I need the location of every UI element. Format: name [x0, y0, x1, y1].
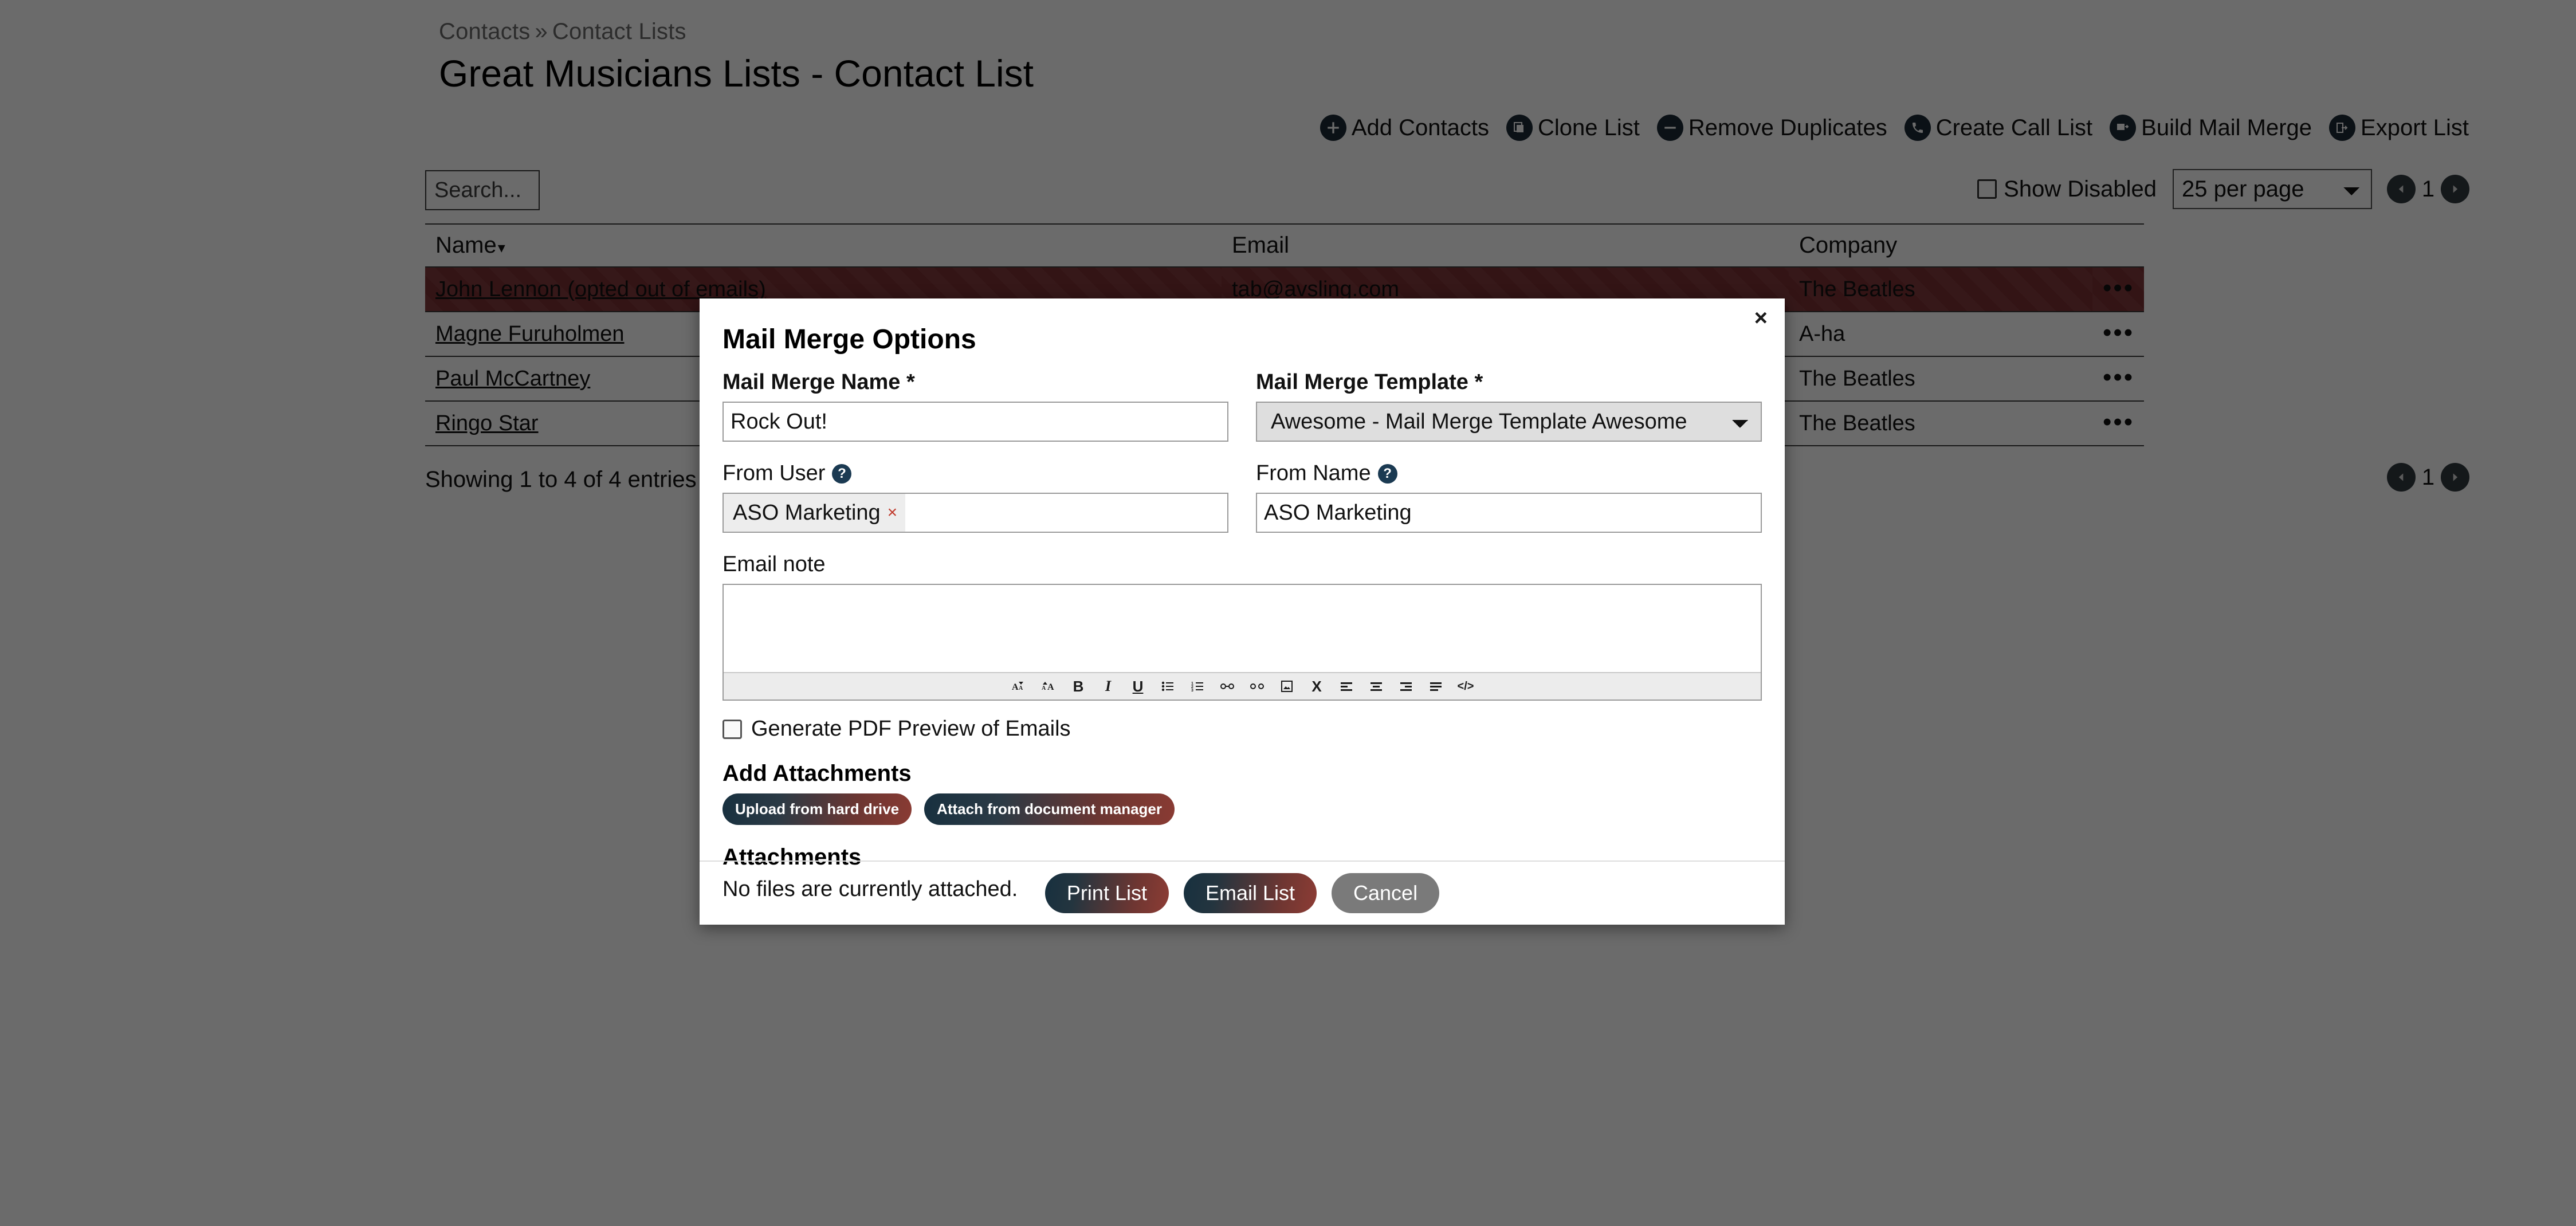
- from-user-input[interactable]: ASO Marketing ×: [722, 493, 1228, 533]
- cancel-button[interactable]: Cancel: [1332, 873, 1439, 913]
- name-template-row: Mail Merge Name * Mail Merge Template * …: [722, 370, 1762, 442]
- from-name-input[interactable]: [1256, 493, 1762, 533]
- email-note-editor: AA AA B I U 123: [722, 584, 1762, 701]
- svg-text:A: A: [1019, 685, 1023, 691]
- print-list-button[interactable]: Print List: [1045, 873, 1169, 913]
- email-note-label: Email note: [722, 552, 1762, 577]
- editor-toolbar: AA AA B I U 123: [724, 672, 1761, 700]
- generate-pdf-checkbox[interactable]: [722, 720, 742, 739]
- email-note-textarea[interactable]: [724, 585, 1761, 672]
- close-icon[interactable]: ×: [1754, 306, 1768, 329]
- from-name-label: From Name: [1256, 461, 1371, 486]
- bold-icon[interactable]: B: [1070, 678, 1087, 695]
- unlink-icon[interactable]: [1248, 678, 1266, 695]
- dialog-footer: Print List Email List Cancel: [700, 860, 1785, 925]
- numbered-list-icon[interactable]: 123: [1189, 678, 1206, 695]
- merge-name-field-group: Mail Merge Name *: [722, 370, 1228, 442]
- template-label: Mail Merge Template *: [1256, 370, 1762, 395]
- generate-pdf-preview-toggle[interactable]: Generate PDF Preview of Emails: [722, 717, 1762, 741]
- bullet-list-icon[interactable]: [1159, 678, 1176, 695]
- decrease-font-size-icon[interactable]: AA: [1010, 678, 1027, 695]
- merge-name-input[interactable]: [722, 402, 1228, 442]
- align-center-icon[interactable]: [1368, 678, 1385, 695]
- template-field-group: Mail Merge Template * Awesome - Mail Mer…: [1256, 370, 1762, 442]
- svg-text:A: A: [1042, 685, 1046, 691]
- underline-icon[interactable]: U: [1129, 678, 1146, 695]
- svg-text:A: A: [1047, 682, 1054, 692]
- add-attachments-title: Add Attachments: [722, 761, 1762, 787]
- link-icon[interactable]: [1219, 678, 1236, 695]
- align-justify-icon[interactable]: [1427, 678, 1444, 695]
- source-code-icon[interactable]: </>: [1457, 678, 1474, 695]
- from-user-label-wrap: From User ?: [722, 461, 1228, 486]
- template-select[interactable]: Awesome - Mail Merge Template Awesome: [1256, 402, 1762, 442]
- remove-format-icon[interactable]: X: [1308, 678, 1325, 695]
- svg-text:A: A: [1012, 682, 1019, 692]
- help-icon[interactable]: ?: [1378, 464, 1397, 484]
- from-user-tag-label: ASO Marketing: [733, 501, 881, 525]
- upload-from-hard-drive-button[interactable]: Upload from hard drive: [722, 793, 912, 825]
- email-list-button[interactable]: Email List: [1184, 873, 1317, 913]
- align-right-icon[interactable]: [1397, 678, 1415, 695]
- attach-from-document-manager-button[interactable]: Attach from document manager: [924, 793, 1175, 825]
- merge-name-label: Mail Merge Name *: [722, 370, 1228, 395]
- attachment-buttons: Upload from hard drive Attach from docum…: [722, 793, 1762, 825]
- from-name-label-wrap: From Name ?: [1256, 461, 1762, 486]
- svg-text:3: 3: [1191, 689, 1193, 691]
- align-left-icon[interactable]: [1338, 678, 1355, 695]
- dialog-title: Mail Merge Options: [722, 324, 1762, 355]
- italic-icon[interactable]: I: [1099, 678, 1117, 695]
- remove-tag-icon[interactable]: ×: [888, 503, 898, 522]
- help-icon[interactable]: ?: [832, 464, 851, 484]
- from-user-tag: ASO Marketing ×: [724, 494, 905, 532]
- increase-font-size-icon[interactable]: AA: [1040, 678, 1057, 695]
- from-name-field-group: From Name ?: [1256, 461, 1762, 533]
- from-user-name-row: From User ? ASO Marketing × From Name ?: [722, 461, 1762, 533]
- from-user-field-group: From User ? ASO Marketing ×: [722, 461, 1228, 533]
- generate-pdf-label: Generate PDF Preview of Emails: [751, 717, 1071, 741]
- mail-merge-options-dialog: × Mail Merge Options Mail Merge Name * M…: [700, 298, 1785, 925]
- from-user-label: From User: [722, 461, 825, 486]
- image-icon[interactable]: [1278, 678, 1295, 695]
